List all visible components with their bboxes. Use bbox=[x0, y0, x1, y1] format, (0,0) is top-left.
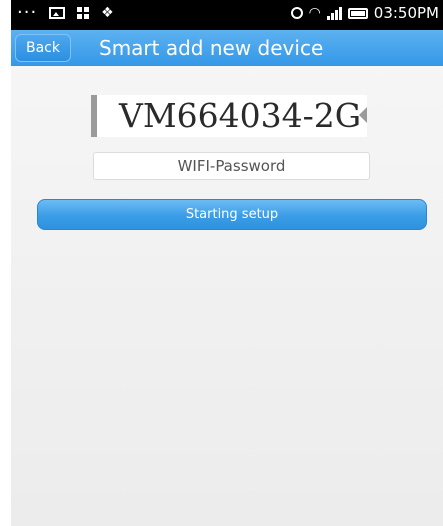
wifi-ssid-display: VM664034-2G bbox=[91, 95, 367, 137]
wifi-icon: ◠ bbox=[308, 5, 321, 21]
notification-bird-icon: ❖ bbox=[101, 5, 114, 21]
status-bar-right: ◠ 03:50PM bbox=[290, 4, 439, 22]
title-bar: Back Smart add new device bbox=[11, 30, 443, 66]
wifi-ssid-text: VM664034-2G bbox=[119, 96, 362, 135]
back-button[interactable]: Back bbox=[15, 34, 71, 62]
status-time: 03:50PM bbox=[373, 4, 439, 22]
phone-screen: ··· ❖ ◠ 03:50PM Back Smart add new devic… bbox=[11, 0, 443, 526]
status-bar-left: ··· ❖ bbox=[17, 2, 114, 23]
page-title: Smart add new device bbox=[99, 36, 324, 60]
alarm-icon bbox=[290, 7, 303, 19]
signal-icon bbox=[326, 6, 342, 20]
status-bar: ··· ❖ ◠ 03:50PM bbox=[11, 0, 443, 30]
wifi-password-input[interactable] bbox=[93, 152, 370, 180]
ssid-scroll-indicator-icon bbox=[359, 107, 367, 123]
more-icon: ··· bbox=[17, 2, 38, 23]
grid-icon bbox=[77, 7, 90, 19]
image-icon bbox=[49, 7, 66, 19]
battery-icon bbox=[347, 7, 368, 19]
starting-setup-button[interactable]: Starting setup bbox=[37, 199, 427, 230]
